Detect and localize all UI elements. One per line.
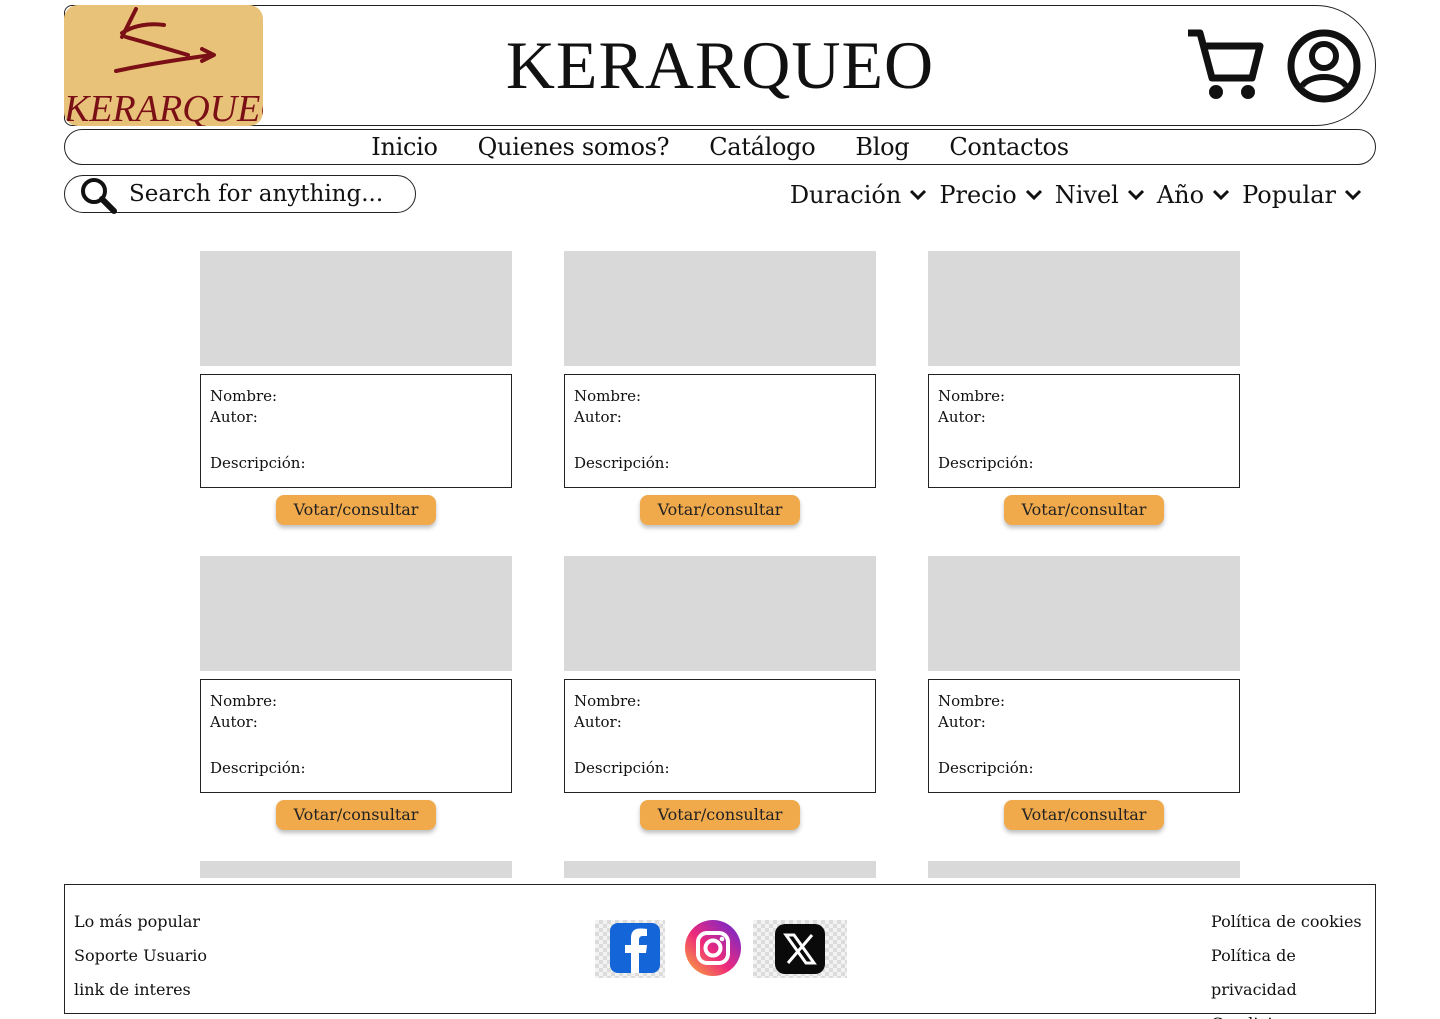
footer-link-privacidad[interactable]: Política de privacidad [1211,939,1375,1007]
footer-link-popular[interactable]: Lo más popular [74,905,207,939]
product-image-placeholder[interactable] [200,251,512,366]
cart-icon [1188,29,1264,99]
product-info: Nombre: Autor: Descripción: [928,679,1240,793]
product-info: Nombre: Autor: Descripción: [564,679,876,793]
product-image-placeholder[interactable] [928,251,1240,366]
filter-label: Nivel [1054,181,1119,209]
logo-icon: KERARQUEO [64,7,263,126]
footer-link-soporte[interactable]: Soporte Usuario [74,939,207,973]
product-info: Nombre: Autor: Descripción: [564,374,876,488]
nav-item-catalogo[interactable]: Catálogo [709,133,815,161]
product-author-label: Autor: [210,408,258,426]
svg-text:KERARQUEO: KERARQUEO [64,88,263,126]
footer-link-interes[interactable]: link de interes [74,973,207,1007]
footer: Lo más popular Soporte Usuario link de i… [64,884,1376,1019]
filter-label: Duración [789,181,902,209]
product-description-label: Descripción: [938,759,1034,777]
product-description-label: Descripción: [938,454,1034,472]
product-description-label: Descripción: [210,454,306,472]
chevron-down-icon [1344,189,1362,201]
product-author-label: Autor: [210,713,258,731]
x-icon [775,924,825,974]
filter-label: Popular [1242,181,1336,209]
product-author-label: Autor: [574,408,622,426]
chevron-down-icon [910,189,927,201]
product-image-placeholder-partial[interactable] [928,861,1240,878]
footer-link-cookies[interactable]: Política de cookies [1211,905,1375,939]
product-info: Nombre: Autor: Descripción: [928,374,1240,488]
site-logo[interactable]: KERARQUEO [64,5,263,126]
vote-consult-button[interactable]: Votar/consultar [640,495,800,525]
product-name-label: Nombre: [938,692,1006,710]
product-author-label: Autor: [938,713,986,731]
product-name-label: Nombre: [574,692,642,710]
search-input[interactable] [129,179,409,209]
product-description-label: Descripción: [574,454,670,472]
nav-item-quienes-somos[interactable]: Quienes somos? [478,133,670,161]
site-title: KERARQUEO [505,27,935,103]
x-link[interactable] [753,920,847,978]
product-image-placeholder[interactable] [564,556,876,671]
vote-consult-button[interactable]: Votar/consultar [276,800,436,830]
product-name-label: Nombre: [938,387,1006,405]
main-nav: Inicio Quienes somos? Catálogo Blog Cont… [64,129,1376,165]
facebook-link[interactable] [595,920,665,978]
footer-links-left: Lo más popular Soporte Usuario link de i… [74,905,207,1007]
nav-item-inicio[interactable]: Inicio [371,133,438,161]
facebook-icon [610,923,660,973]
vote-consult-button[interactable]: Votar/consultar [276,495,436,525]
chevron-down-icon [1213,189,1230,201]
nav-item-contactos[interactable]: Contactos [949,133,1069,161]
product-author-label: Autor: [938,408,986,426]
filter-nivel[interactable]: Nivel [1055,181,1145,209]
vote-consult-button[interactable]: Votar/consultar [1004,800,1164,830]
filter-popular[interactable]: Popular [1242,181,1362,209]
product-info: Nombre: Autor: Descripción: [200,679,512,793]
filter-precio[interactable]: Precio [939,181,1042,209]
product-description-label: Descripción: [574,759,670,777]
filter-ano[interactable]: Año [1157,181,1230,209]
cart-button[interactable] [1186,28,1264,102]
footer-link-condiciones[interactable]: Condiciones [1211,1007,1375,1019]
product-name-label: Nombre: [574,387,642,405]
product-author-label: Autor: [574,713,622,731]
product-image-placeholder[interactable] [928,556,1240,671]
chevron-down-icon [1127,189,1144,201]
product-description-label: Descripción: [210,759,306,777]
vote-consult-button[interactable]: Votar/consultar [640,800,800,830]
vote-consult-button[interactable]: Votar/consultar [1004,495,1164,525]
filter-bar: Duración Precio Nivel Año Popular [790,177,1362,213]
product-image-placeholder[interactable] [200,556,512,671]
account-button[interactable] [1286,28,1362,104]
product-name-label: Nombre: [210,387,278,405]
nav-item-blog[interactable]: Blog [855,133,909,161]
filter-label: Año [1156,181,1205,209]
search-bar [64,175,416,214]
product-image-placeholder-partial[interactable] [200,861,512,878]
chevron-down-icon [1025,189,1042,201]
filter-label: Precio [939,181,1017,209]
instagram-icon [685,920,741,976]
search-icon[interactable] [79,176,119,214]
instagram-link[interactable] [683,920,745,978]
footer-links-right: Política de cookies Política de privacid… [1211,905,1375,1019]
filter-duracion[interactable]: Duración [790,181,928,209]
product-image-placeholder-partial[interactable] [564,861,876,878]
product-name-label: Nombre: [210,692,278,710]
product-image-placeholder[interactable] [564,251,876,366]
account-icon [1287,29,1361,103]
product-info: Nombre: Autor: Descripción: [200,374,512,488]
